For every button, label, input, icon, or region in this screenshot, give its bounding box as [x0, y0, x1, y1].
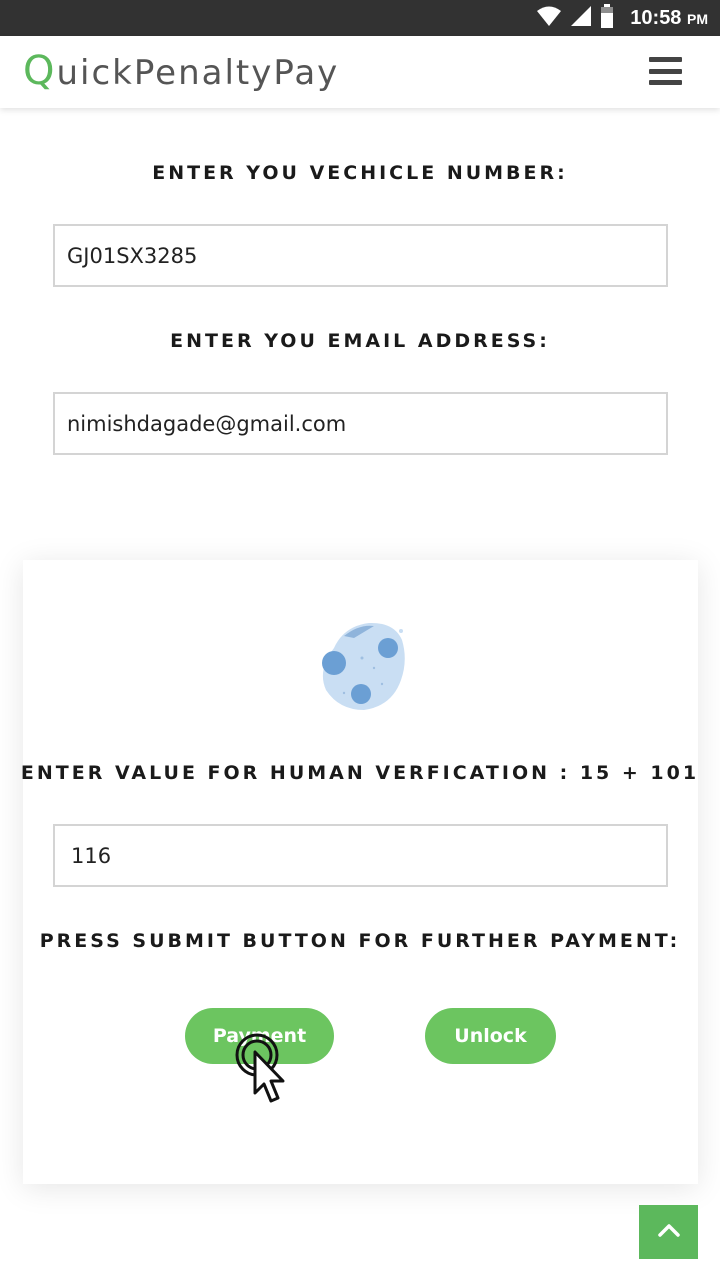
menu-bar-top — [649, 57, 682, 62]
app-header: QuickPenaltyPay — [0, 36, 720, 108]
status-clock: 10:58 — [630, 6, 682, 29]
vehicle-number-input[interactable] — [53, 224, 668, 287]
moon-planet-icon — [314, 618, 409, 718]
wifi-icon — [536, 5, 562, 32]
vehicle-number-label: ENTER YOU VECHICLE NUMBER: — [152, 162, 568, 184]
menu-bar-middle — [649, 68, 682, 74]
signal-icon — [570, 5, 592, 32]
touch-cursor-icon — [230, 1030, 294, 1111]
brand-first-letter: Q — [23, 48, 57, 94]
menu-bar-bottom — [649, 80, 682, 85]
verification-answer-input[interactable] — [53, 824, 668, 887]
status-icons: 10:58 PM — [536, 0, 708, 36]
human-verification-label: ENTER VALUE FOR HUMAN VERFICATION : 15 +… — [20, 762, 700, 784]
email-address-label: ENTER YOU EMAIL ADDRESS: — [170, 330, 550, 352]
status-ampm: PM — [687, 10, 708, 27]
unlock-button[interactable]: Unlock — [425, 1008, 556, 1064]
email-address-input[interactable] — [53, 392, 668, 455]
status-bar: 10:58 PM — [0, 0, 720, 36]
status-time: 10:58 PM — [630, 7, 708, 30]
battery-icon — [600, 3, 614, 33]
submit-instruction-label: PRESS SUBMIT BUTTON FOR FURTHER PAYMENT: — [39, 930, 681, 952]
back-to-top-button[interactable] — [639, 1205, 698, 1259]
brand-name-rest: uickPenaltyPay — [56, 53, 340, 93]
chevron-up-icon — [657, 1222, 681, 1243]
hamburger-menu-icon[interactable] — [649, 57, 682, 85]
brand-logo[interactable]: QuickPenaltyPay — [23, 48, 339, 94]
